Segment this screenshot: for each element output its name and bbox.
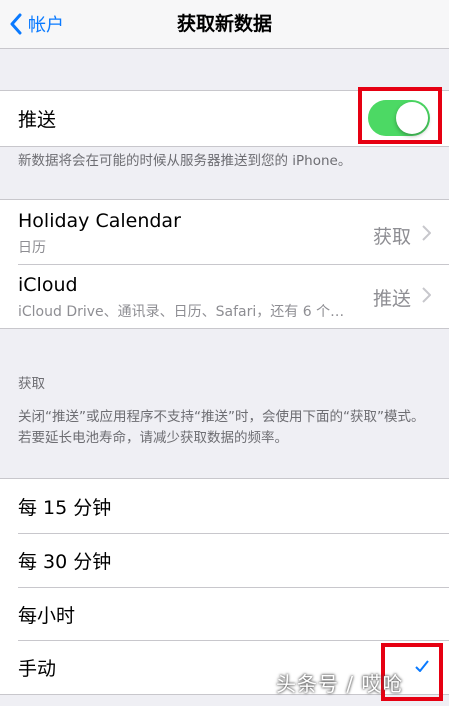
account-row-holiday-calendar[interactable]: Holiday Calendar 日历 获取 xyxy=(0,200,449,264)
account-mode: 推送 xyxy=(368,284,411,311)
fetch-footnote: 关闭“推送”或应用程序不支持“推送”时，会使用下面的“获取”模式。若要延长电池寿… xyxy=(18,409,425,446)
fetch-option-hourly[interactable]: 每小时 xyxy=(0,587,449,640)
account-mode: 获取 xyxy=(372,226,411,248)
fetch-header: 获取 xyxy=(18,376,45,392)
push-label: 推送 xyxy=(18,109,57,131)
push-footnote: 新数据将会在可能的时候从服务器推送到您的 iPhone。 xyxy=(18,153,352,169)
option-label: 手动 xyxy=(18,658,57,680)
watermark: 头条号 / 哎呛 xyxy=(276,672,404,696)
fetch-option-15min[interactable]: 每 15 分钟 xyxy=(0,479,449,533)
option-label: 每 15 分钟 xyxy=(18,497,112,519)
option-label: 每小时 xyxy=(18,605,76,627)
option-label: 每 30 分钟 xyxy=(18,551,112,573)
chevron-right-icon xyxy=(422,287,431,303)
account-row-icloud[interactable]: iCloud iCloud Drive、通讯录、日历、Safari，还有 6 个… xyxy=(0,264,449,328)
chevron-right-icon xyxy=(422,225,431,241)
account-name: iCloud xyxy=(18,274,78,296)
account-subtitle: iCloud Drive、通讯录、日历、Safari，还有 6 个… xyxy=(18,304,345,320)
push-toggle-highlight xyxy=(358,87,442,144)
account-subtitle: 日历 xyxy=(18,240,46,256)
navigation-bar: 帐户 获取新数据 xyxy=(0,0,449,49)
page-title: 获取新数据 xyxy=(176,13,272,35)
accounts-group: Holiday Calendar 日历 获取 iCloud iCloud Dri… xyxy=(0,199,449,329)
account-name: Holiday Calendar xyxy=(18,210,181,232)
fetch-option-30min[interactable]: 每 30 分钟 xyxy=(0,533,449,587)
